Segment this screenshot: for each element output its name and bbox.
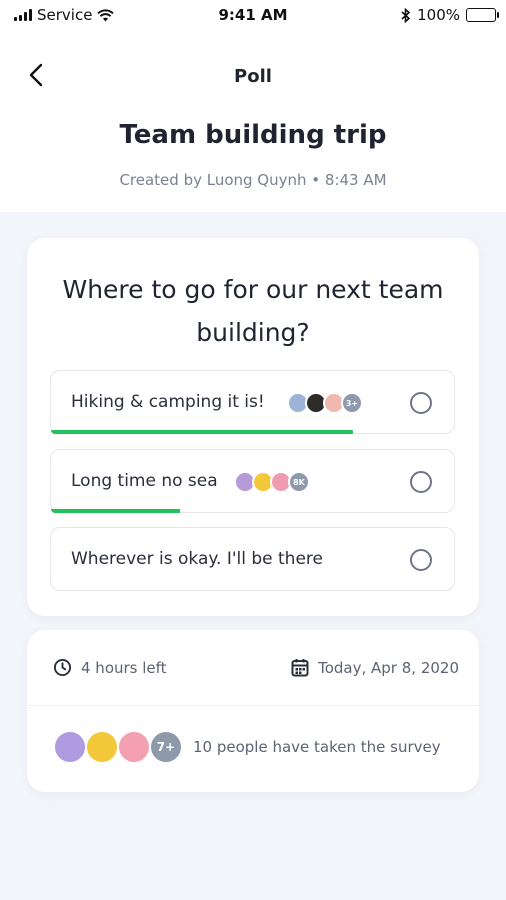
- voter-count-badge: 8K: [288, 471, 310, 493]
- time-left: 4 hours left: [53, 658, 167, 677]
- avatar: [85, 730, 119, 764]
- bluetooth-icon: [401, 7, 411, 23]
- poll-option-hiking[interactable]: Hiking & camping it is! 3+: [50, 370, 455, 434]
- clock-icon: [53, 658, 72, 677]
- poll-info-row: 4 hours left Today, Apr 8, 2020: [27, 630, 479, 706]
- poll-title: Team building trip: [119, 120, 387, 150]
- option-label: Long time no sea: [71, 471, 218, 491]
- avatar: [53, 730, 87, 764]
- time-left-label: 4 hours left: [81, 658, 167, 677]
- voter-avatars: 3+: [287, 392, 363, 414]
- nav-title: Poll: [234, 66, 272, 87]
- poll-question: Where to go for our next team building?: [62, 275, 444, 347]
- people-count-badge: 7+: [149, 730, 183, 764]
- status-bar: Service 9:41 AM 100%: [0, 0, 506, 30]
- option-progress-bar: [51, 509, 180, 513]
- option-label: Wherever is okay. I'll be there: [71, 549, 323, 569]
- calendar-icon: [291, 659, 309, 677]
- poll-info-card: 4 hours left Today, Apr 8, 2020 7+ 10 pe…: [27, 630, 479, 792]
- battery-icon: [466, 8, 499, 22]
- option-radio[interactable]: [410, 549, 432, 571]
- option-radio[interactable]: [410, 392, 432, 414]
- survey-count-text: 10 people have taken the survey: [193, 738, 441, 756]
- voter-count-badge: 3+: [341, 392, 363, 414]
- poll-option-sea[interactable]: Long time no sea 8K: [50, 449, 455, 513]
- header-area: Service 9:41 AM 100% Poll Team building …: [0, 0, 506, 212]
- participants[interactable]: 7+ 10 people have taken the survey: [53, 730, 441, 764]
- option-progress-bar: [51, 430, 354, 434]
- poll-meta: Created by Luong Quynh • 8:43 AM: [119, 171, 387, 189]
- question-card: Where to go for our next team building? …: [27, 238, 479, 616]
- date-label: Today, Apr 8, 2020: [318, 658, 459, 677]
- battery-label: 100%: [417, 6, 460, 24]
- option-radio[interactable]: [410, 471, 432, 493]
- avatar: [117, 730, 151, 764]
- option-label: Hiking & camping it is!: [71, 392, 265, 412]
- voter-avatars: 8K: [234, 471, 310, 493]
- poll-option-wherever[interactable]: Wherever is okay. I'll be there: [50, 527, 455, 591]
- poll-date: Today, Apr 8, 2020: [291, 658, 459, 677]
